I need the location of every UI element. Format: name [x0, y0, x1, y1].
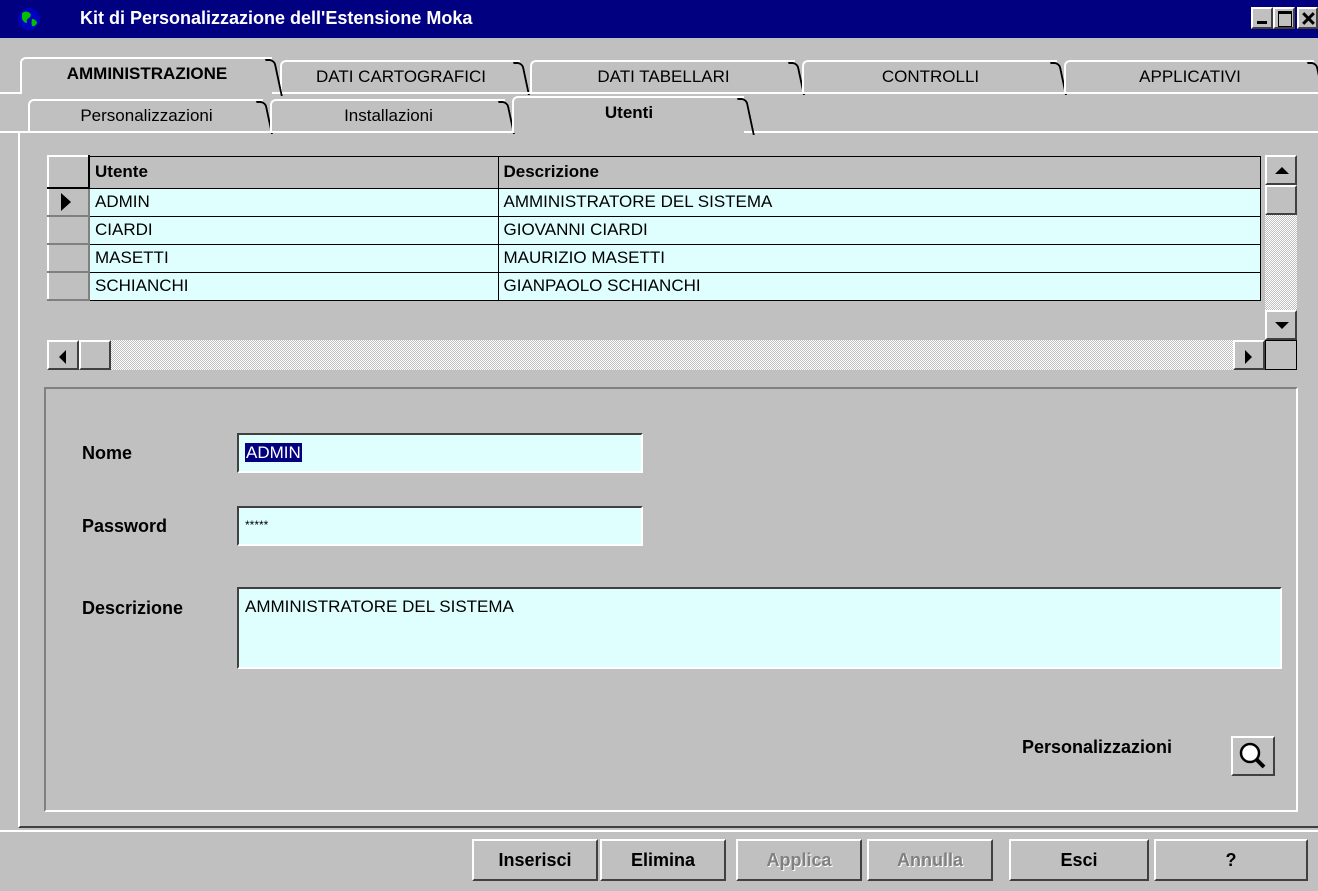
table-row[interactable]: ADMIN AMMINISTRATORE DEL SISTEMA: [47, 187, 1261, 217]
row-indicator[interactable]: [47, 243, 90, 273]
tab-applicativi[interactable]: APPLICATIVI: [1064, 60, 1314, 93]
tab-dati-tabellari[interactable]: DATI TABELLARI: [530, 60, 795, 93]
table-row[interactable]: MASETTI MAURIZIO MASETTI: [47, 243, 1261, 273]
vertical-scroll-thumb[interactable]: [1265, 185, 1297, 215]
cell-descrizione[interactable]: GIOVANNI CIARDI: [497, 215, 1261, 245]
button-bar-separator: [0, 830, 1318, 832]
inserisci-button[interactable]: Inserisci: [472, 839, 598, 881]
cell-utente[interactable]: CIARDI: [88, 215, 499, 245]
arrow-down-icon: [1275, 322, 1289, 329]
maximize-button[interactable]: [1273, 7, 1295, 29]
password-field[interactable]: *****: [237, 506, 643, 546]
window-title: Kit di Personalizzazione dell'Estensione…: [80, 8, 473, 28]
cell-utente[interactable]: SCHIANCHI: [88, 271, 499, 301]
scroll-left-button[interactable]: [47, 340, 79, 370]
tab-personalizzazioni[interactable]: Personalizzazioni: [28, 99, 263, 132]
tab-installazioni[interactable]: Installazioni: [270, 99, 505, 132]
users-grid: Utente Descrizione ADMIN AMMINISTRATORE …: [47, 155, 1299, 370]
row-indicator[interactable]: [47, 271, 90, 301]
elimina-button[interactable]: Elimina: [600, 839, 726, 881]
magnifier-icon: [1239, 742, 1266, 769]
arrow-right-icon: [1245, 350, 1252, 364]
grid-corner-cell: [47, 155, 90, 189]
tab-dati-cartografici[interactable]: DATI CARTOGRAFICI: [280, 60, 520, 93]
personalizzazioni-label: Personalizzazioni: [1022, 737, 1173, 757]
grid-header-row: Utente Descrizione: [47, 155, 1261, 189]
horizontal-scroll-thumb[interactable]: [79, 340, 111, 370]
grid-horizontal-scrollbar[interactable]: [47, 340, 1265, 370]
applica-button[interactable]: Applica: [736, 839, 862, 881]
column-header-utente[interactable]: Utente: [88, 155, 499, 189]
table-row[interactable]: CIARDI GIOVANNI CIARDI: [47, 215, 1261, 245]
password-label: Password: [82, 516, 168, 536]
close-button[interactable]: [1297, 7, 1318, 29]
nome-field[interactable]: ADMIN: [237, 433, 643, 473]
descrizione-label: Descrizione: [82, 598, 184, 618]
row-indicator[interactable]: [47, 215, 90, 245]
tab-amministrazione[interactable]: AMMINISTRAZIONE: [20, 57, 272, 94]
scroll-right-button[interactable]: [1233, 340, 1265, 370]
column-header-descrizione[interactable]: Descrizione: [497, 155, 1261, 189]
row-indicator[interactable]: [47, 187, 90, 217]
descrizione-field[interactable]: AMMINISTRATORE DEL SISTEMA: [237, 587, 1282, 669]
grid-vertical-scrollbar[interactable]: [1265, 155, 1297, 340]
annulla-button[interactable]: Annulla: [867, 839, 993, 881]
table-row[interactable]: SCHIANCHI GIANPAOLO SCHIANCHI: [47, 271, 1261, 301]
scroll-down-button[interactable]: [1265, 310, 1297, 340]
cell-utente[interactable]: ADMIN: [88, 187, 499, 217]
scrollbar-corner: [1265, 340, 1297, 370]
scroll-up-button[interactable]: [1265, 155, 1297, 185]
tab-controlli[interactable]: CONTROLLI: [802, 60, 1057, 93]
cell-utente[interactable]: MASETTI: [88, 243, 499, 273]
cell-descrizione[interactable]: GIANPAOLO SCHIANCHI: [497, 271, 1261, 301]
tab-utenti[interactable]: Utenti: [512, 96, 744, 133]
nome-value: ADMIN: [245, 443, 302, 462]
cell-descrizione[interactable]: MAURIZIO MASETTI: [497, 243, 1261, 273]
minimize-button[interactable]: [1251, 7, 1273, 29]
help-button[interactable]: ?: [1154, 839, 1308, 881]
personalizzazioni-search-button[interactable]: [1231, 736, 1275, 776]
current-row-arrow-icon: [61, 193, 71, 211]
arrow-left-icon: [59, 350, 66, 364]
cell-descrizione[interactable]: AMMINISTRATORE DEL SISTEMA: [497, 187, 1261, 217]
arrow-up-icon: [1275, 167, 1289, 174]
globe-icon: [18, 8, 40, 30]
title-bar: Kit di Personalizzazione dell'Estensione…: [0, 0, 1318, 38]
nome-label: Nome: [82, 443, 133, 463]
esci-button[interactable]: Esci: [1009, 839, 1149, 881]
